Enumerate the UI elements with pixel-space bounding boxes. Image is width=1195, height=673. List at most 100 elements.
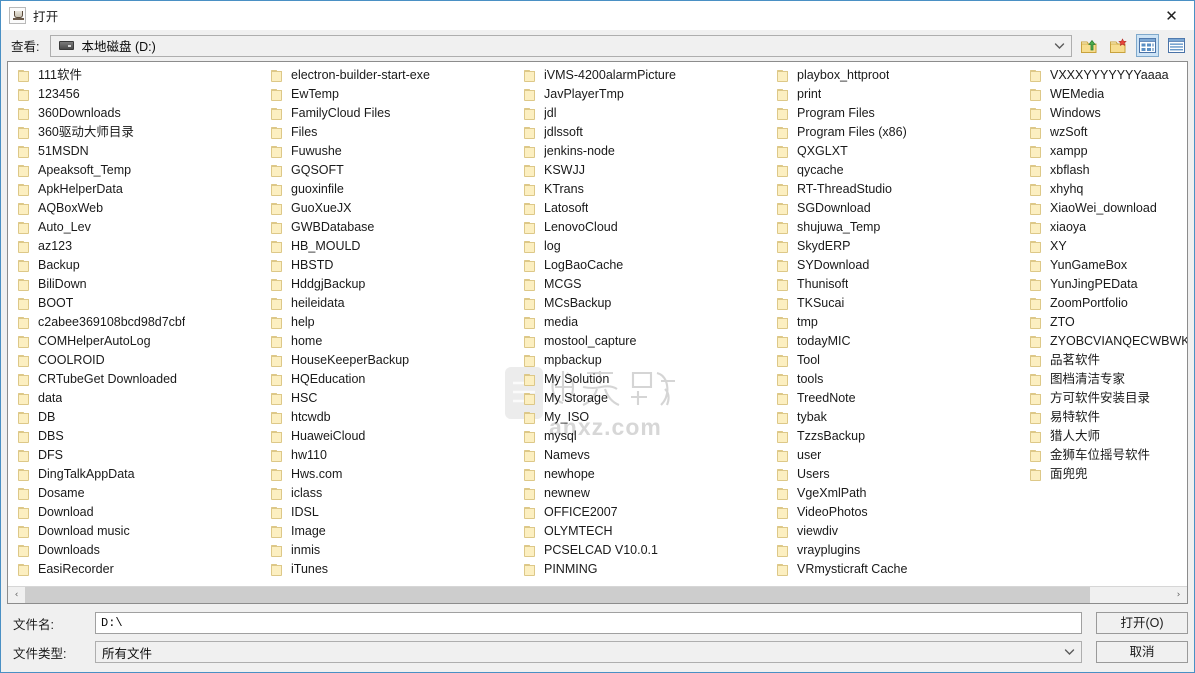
- list-item[interactable]: GWBDatabase: [271, 218, 514, 237]
- list-item[interactable]: newhope: [524, 465, 767, 484]
- list-item[interactable]: COOLROID: [18, 351, 261, 370]
- list-item[interactable]: HB_MOULD: [271, 237, 514, 256]
- list-item[interactable]: My Storage: [524, 389, 767, 408]
- list-item[interactable]: media: [524, 313, 767, 332]
- list-item[interactable]: iTunes: [271, 560, 514, 579]
- list-item[interactable]: Files: [271, 123, 514, 142]
- list-item[interactable]: tmp: [777, 313, 1020, 332]
- list-item[interactable]: QXGLXT: [777, 142, 1020, 161]
- list-item[interactable]: TzzsBackup: [777, 427, 1020, 446]
- list-item[interactable]: 易特软件: [1030, 408, 1187, 427]
- list-item[interactable]: guoxinfile: [271, 180, 514, 199]
- list-item[interactable]: hw110: [271, 446, 514, 465]
- list-item[interactable]: heileidata: [271, 294, 514, 313]
- scroll-left-arrow-icon[interactable]: ‹: [8, 587, 25, 603]
- list-item[interactable]: 图档清洁专家: [1030, 370, 1187, 389]
- list-item[interactable]: mpbackup: [524, 351, 767, 370]
- list-item[interactable]: HSC: [271, 389, 514, 408]
- list-item[interactable]: MCGS: [524, 275, 767, 294]
- list-item[interactable]: HouseKeeperBackup: [271, 351, 514, 370]
- list-item[interactable]: jenkins-node: [524, 142, 767, 161]
- filetype-combobox[interactable]: 所有文件: [95, 641, 1082, 663]
- list-item[interactable]: ApkHelperData: [18, 180, 261, 199]
- details-view-button[interactable]: [1165, 34, 1188, 57]
- list-item[interactable]: mysql: [524, 427, 767, 446]
- scrollbar-track[interactable]: [25, 587, 1170, 603]
- open-button[interactable]: 打开(O): [1096, 612, 1188, 634]
- list-item[interactable]: COMHelperAutoLog: [18, 332, 261, 351]
- list-item[interactable]: HddgjBackup: [271, 275, 514, 294]
- list-item[interactable]: Dosame: [18, 484, 261, 503]
- list-item[interactable]: DFS: [18, 446, 261, 465]
- list-item[interactable]: ZYOBCVIANQECWBWKP: [1030, 332, 1187, 351]
- list-item[interactable]: qycache: [777, 161, 1020, 180]
- list-item[interactable]: GuoXueJX: [271, 199, 514, 218]
- list-item[interactable]: Hws.com: [271, 465, 514, 484]
- list-item[interactable]: OLYMTECH: [524, 522, 767, 541]
- list-item[interactable]: HQEducation: [271, 370, 514, 389]
- list-item[interactable]: PCSELCAD V10.0.1: [524, 541, 767, 560]
- list-item[interactable]: Auto_Lev: [18, 218, 261, 237]
- list-item[interactable]: OFFICE2007: [524, 503, 767, 522]
- list-item[interactable]: 品茗软件: [1030, 351, 1187, 370]
- horizontal-scrollbar[interactable]: ‹ ›: [8, 586, 1187, 603]
- list-item[interactable]: LenovoCloud: [524, 218, 767, 237]
- list-item[interactable]: BOOT: [18, 294, 261, 313]
- look-in-combobox[interactable]: 本地磁盘 (D:): [50, 34, 1072, 57]
- list-item[interactable]: YunJingPEData: [1030, 275, 1187, 294]
- list-item[interactable]: c2abee369108bcd98d7cbf: [18, 313, 261, 332]
- list-item[interactable]: KSWJJ: [524, 161, 767, 180]
- list-item[interactable]: jdlssoft: [524, 123, 767, 142]
- list-item[interactable]: ZTO: [1030, 313, 1187, 332]
- list-item[interactable]: Apeaksoft_Temp: [18, 161, 261, 180]
- list-item[interactable]: YunGameBox: [1030, 256, 1187, 275]
- list-item[interactable]: Tool: [777, 351, 1020, 370]
- list-item[interactable]: viewdiv: [777, 522, 1020, 541]
- list-item[interactable]: 111软件: [18, 66, 261, 85]
- chevron-down-icon[interactable]: [1061, 648, 1077, 656]
- list-item[interactable]: MCsBackup: [524, 294, 767, 313]
- list-item[interactable]: XY: [1030, 237, 1187, 256]
- list-item[interactable]: IDSL: [271, 503, 514, 522]
- list-item[interactable]: 金狮车位摇号软件: [1030, 446, 1187, 465]
- cancel-button[interactable]: 取消: [1096, 641, 1188, 663]
- filename-input[interactable]: [95, 612, 1082, 634]
- list-item[interactable]: 猎人大师: [1030, 427, 1187, 446]
- list-item[interactable]: iVMS-4200alarmPicture: [524, 66, 767, 85]
- list-item[interactable]: Namevs: [524, 446, 767, 465]
- list-item[interactable]: Program Files (x86): [777, 123, 1020, 142]
- list-item[interactable]: VideoPhotos: [777, 503, 1020, 522]
- list-item[interactable]: log: [524, 237, 767, 256]
- list-item[interactable]: todayMIC: [777, 332, 1020, 351]
- list-item[interactable]: htcwdb: [271, 408, 514, 427]
- list-item[interactable]: LogBaoCache: [524, 256, 767, 275]
- list-item[interactable]: DBS: [18, 427, 261, 446]
- list-item[interactable]: My Solution: [524, 370, 767, 389]
- list-item[interactable]: xhyhq: [1030, 180, 1187, 199]
- list-item[interactable]: Windows: [1030, 104, 1187, 123]
- list-item[interactable]: Download: [18, 503, 261, 522]
- list-item[interactable]: data: [18, 389, 261, 408]
- list-item[interactable]: xampp: [1030, 142, 1187, 161]
- list-item[interactable]: Users: [777, 465, 1020, 484]
- list-item[interactable]: help: [271, 313, 514, 332]
- list-item[interactable]: Downloads: [18, 541, 261, 560]
- list-item[interactable]: EasiRecorder: [18, 560, 261, 579]
- list-item[interactable]: FamilyCloud Files: [271, 104, 514, 123]
- list-item[interactable]: WEMedia: [1030, 85, 1187, 104]
- list-item[interactable]: newnew: [524, 484, 767, 503]
- list-item[interactable]: tools: [777, 370, 1020, 389]
- list-item[interactable]: inmis: [271, 541, 514, 560]
- list-item[interactable]: VXXXYYYYYYYaaaa: [1030, 66, 1187, 85]
- list-item[interactable]: 方可软件安装目录: [1030, 389, 1187, 408]
- list-item[interactable]: VRmysticraft Cache: [777, 560, 1020, 579]
- list-item[interactable]: Program Files: [777, 104, 1020, 123]
- chevron-down-icon[interactable]: [1051, 42, 1067, 50]
- list-item[interactable]: TKSucai: [777, 294, 1020, 313]
- list-item[interactable]: Fuwushe: [271, 142, 514, 161]
- list-item[interactable]: HuaweiCloud: [271, 427, 514, 446]
- list-item[interactable]: user: [777, 446, 1020, 465]
- list-item[interactable]: az123: [18, 237, 261, 256]
- list-item[interactable]: JavPlayerTmp: [524, 85, 767, 104]
- list-item[interactable]: My_ISO: [524, 408, 767, 427]
